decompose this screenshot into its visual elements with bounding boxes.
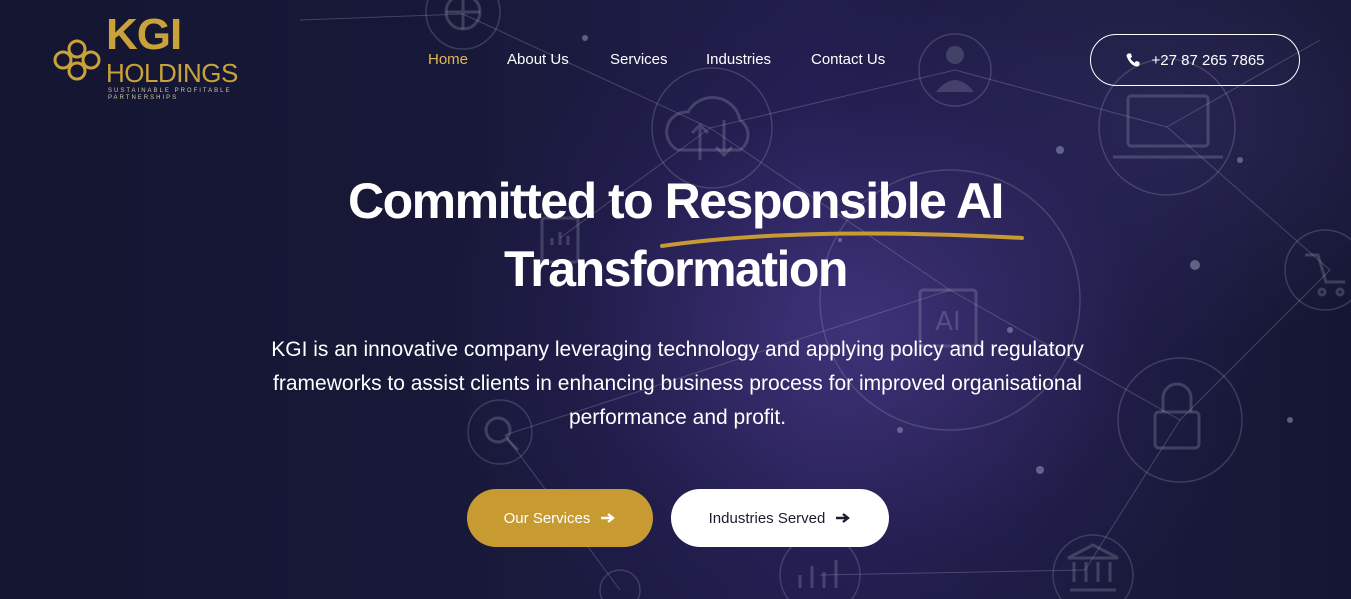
hero-description: KGI is an innovative company leveraging … — [271, 338, 1084, 429]
logo-tagline: SUSTAINABLE PROFITABLE PARTNERSHIPS — [108, 88, 232, 101]
title-underline-decoration — [660, 231, 1024, 248]
nav-item-contact-us[interactable]: Contact Us — [811, 50, 885, 70]
arrow-right-icon — [836, 513, 851, 523]
phone-icon — [1126, 53, 1140, 67]
logo-wordmark-holdings: HOLDINGS — [106, 58, 238, 88]
logo[interactable]: KGI HOLDINGS SUSTAINABLE PROFITABLE PART… — [52, 10, 242, 107]
industries-served-button[interactable]: Industries Served — [671, 489, 889, 547]
knot-logo-icon — [53, 39, 101, 81]
industries-served-label: Industries Served — [708, 509, 826, 527]
our-services-button[interactable]: Our Services — [467, 489, 653, 547]
arrow-right-icon — [601, 513, 616, 523]
nav-item-services[interactable]: Services — [610, 50, 668, 70]
phone-button[interactable]: +27 87 265 7865 — [1090, 34, 1300, 86]
our-services-label: Our Services — [503, 509, 591, 527]
nav-item-industries[interactable]: Industries — [706, 50, 771, 70]
nav-item-home[interactable]: Home — [428, 50, 468, 70]
phone-number: +27 87 265 7865 — [1151, 51, 1265, 69]
nav-item-about-us[interactable]: About Us — [507, 50, 569, 70]
logo-wordmark-kgi: KGI — [106, 10, 182, 59]
